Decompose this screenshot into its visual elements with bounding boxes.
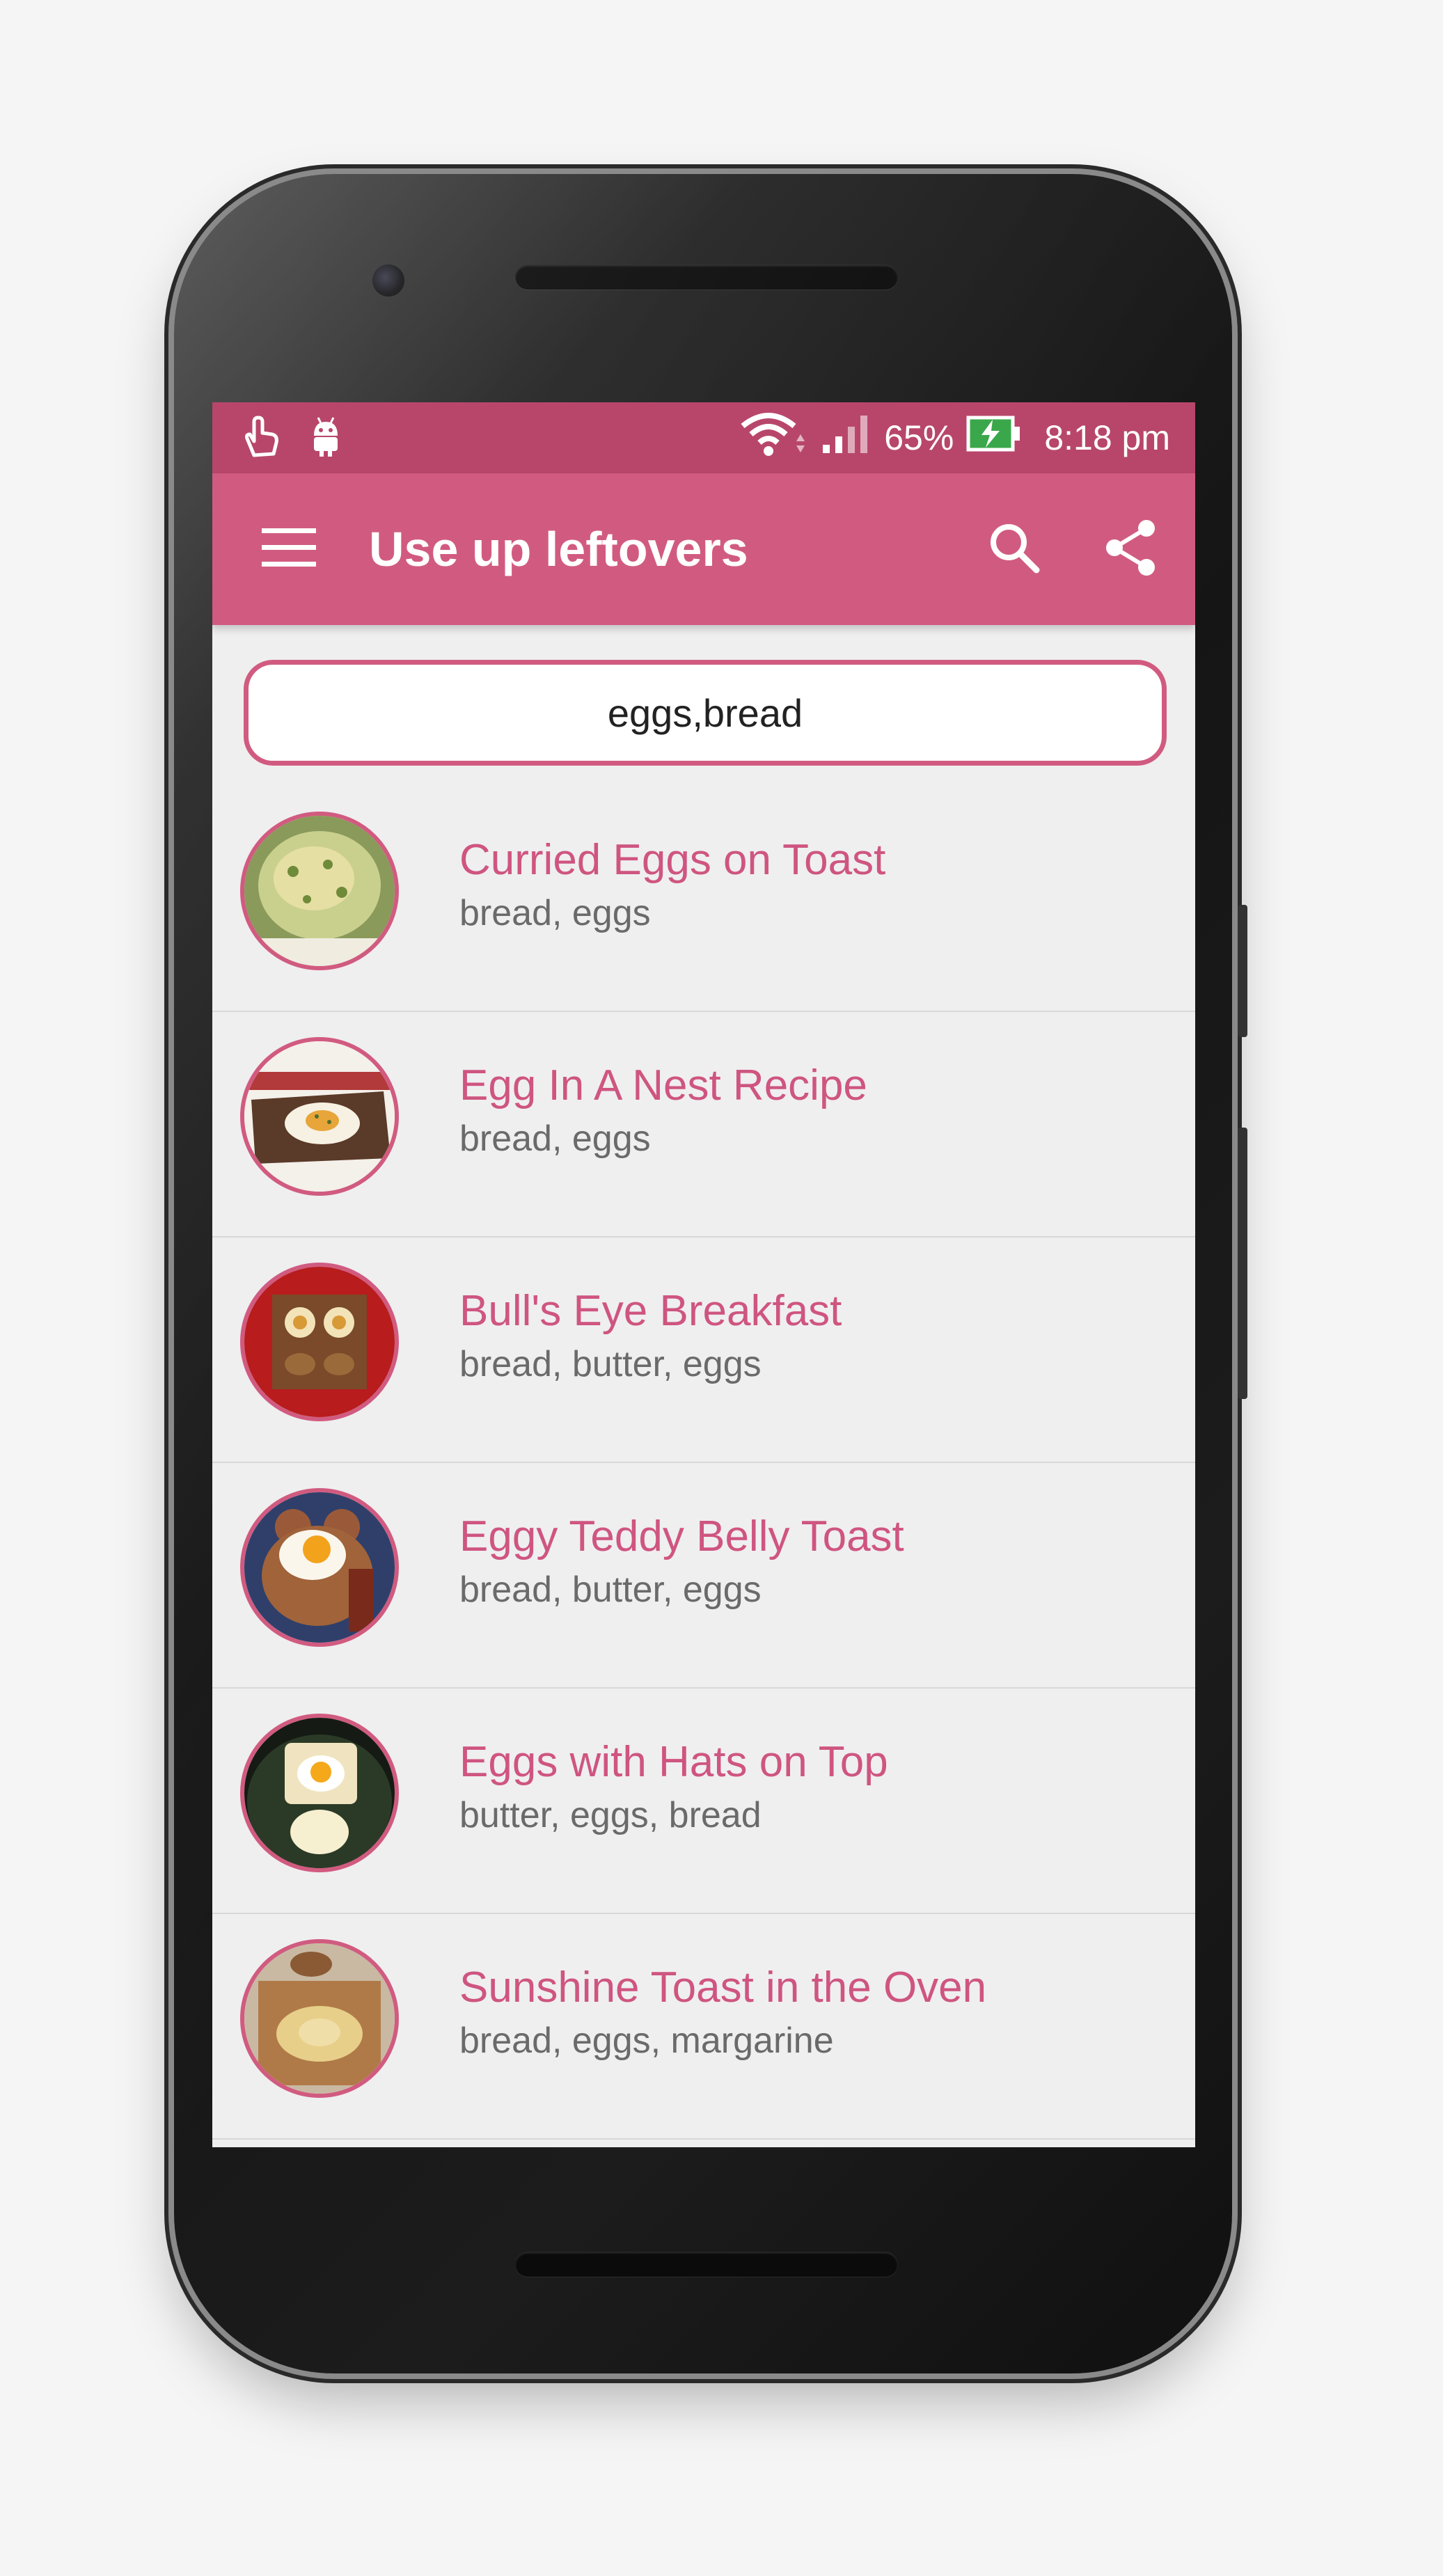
signal-icon: [821, 413, 872, 463]
recipe-title: Eggs with Hats on Top: [459, 1738, 888, 1786]
recipe-thumbnail: [240, 1263, 399, 1421]
recipe-thumbnail: [240, 1939, 399, 2098]
power-button: [1238, 1128, 1247, 1399]
list-item[interactable]: Egg In A Nest Recipe bread, eggs: [212, 1012, 1195, 1238]
recipe-title: Eggy Teddy Belly Toast: [459, 1512, 904, 1560]
menu-button[interactable]: [261, 521, 317, 577]
recipe-ingredients: bread, eggs: [459, 893, 651, 933]
search-input-value: eggs,bread: [607, 690, 803, 735]
recipe-ingredients: bread, eggs: [459, 1119, 651, 1159]
recipe-thumbnail: [240, 1714, 399, 1872]
share-button[interactable]: [1103, 519, 1159, 580]
list-item-partial[interactable]: [212, 2140, 1195, 2147]
top-speaker: [515, 264, 898, 290]
list-item[interactable]: Eggs with Hats on Top butter, eggs, brea…: [212, 1689, 1195, 1914]
recipe-ingredients: bread, butter, eggs: [459, 1344, 762, 1384]
recipe-ingredients: butter, eggs, bread: [459, 1795, 762, 1835]
list-item[interactable]: Sunshine Toast in the Oven bread, eggs, …: [212, 1914, 1195, 2140]
search-button[interactable]: [988, 521, 1041, 578]
recipe-title: Curried Eggs on Toast: [459, 836, 886, 884]
recipe-ingredients: bread, eggs, margarine: [459, 2021, 834, 2061]
recipe-list: Curried Eggs on Toast bread, eggs Egg In…: [212, 787, 1195, 2147]
front-camera: [372, 264, 404, 297]
page-title: Use up leftovers: [369, 522, 748, 576]
clock: 8:18 pm: [1044, 418, 1170, 457]
list-item[interactable]: Bull's Eye Breakfast bread, butter, eggs: [212, 1238, 1195, 1463]
recipe-thumbnail: [240, 1037, 399, 1196]
search-icon: [988, 523, 1041, 577]
touch-hand-icon: [242, 415, 282, 461]
wifi-icon: [739, 411, 809, 465]
volume-button: [1238, 905, 1247, 1037]
battery-percent: 65%: [884, 418, 954, 457]
recipe-thumbnail: [240, 1488, 399, 1647]
app-bar: Use up leftovers: [212, 473, 1195, 625]
battery-charging-icon: [966, 416, 1022, 460]
screen: 65% 8:18 pm Use up leftovers eggs,bread …: [212, 402, 1195, 2147]
recipe-title: Egg In A Nest Recipe: [459, 1061, 867, 1109]
android-icon: [310, 416, 342, 460]
share-icon: [1103, 519, 1159, 580]
ingredient-search-input[interactable]: eggs,bread: [244, 660, 1167, 766]
bottom-speaker: [515, 2252, 898, 2277]
recipe-title: Sunshine Toast in the Oven: [459, 1963, 987, 2012]
list-item[interactable]: Curried Eggs on Toast bread, eggs: [212, 787, 1195, 1012]
recipe-title: Bull's Eye Breakfast: [459, 1287, 842, 1335]
recipe-thumbnail: [240, 812, 399, 970]
recipe-ingredients: bread, butter, eggs: [459, 1570, 762, 1610]
status-bar: 65% 8:18 pm: [212, 402, 1195, 473]
hamburger-menu-icon: [262, 527, 316, 572]
list-item[interactable]: Eggy Teddy Belly Toast bread, butter, eg…: [212, 1463, 1195, 1689]
